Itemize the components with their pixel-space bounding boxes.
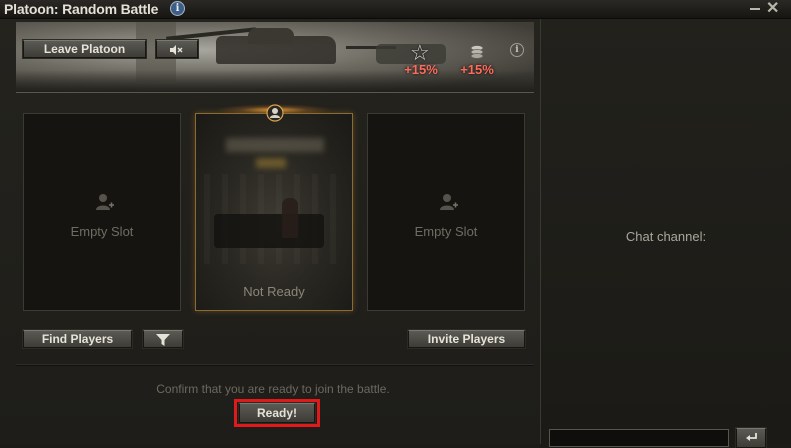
- info-icon[interactable]: i: [510, 43, 524, 57]
- slot-status: Not Ready: [243, 284, 305, 299]
- credits-bonus-value: +15%: [460, 62, 494, 77]
- player-name-blurred: [226, 138, 324, 152]
- slot-label: Empty Slot: [414, 224, 478, 239]
- send-button[interactable]: [736, 428, 766, 448]
- commander-icon: [266, 104, 284, 122]
- ready-button[interactable]: Ready!: [239, 403, 315, 423]
- banner-tank-turret: [248, 28, 294, 44]
- credits-bonus: +15%: [452, 42, 502, 82]
- leave-platoon-button[interactable]: Leave Platoon: [23, 40, 146, 58]
- credits-icon: [470, 45, 484, 59]
- platoon-slot-2[interactable]: Not Ready: [195, 113, 353, 311]
- window-title: Platoon: Random Battle: [4, 1, 159, 17]
- platoon-slot-3[interactable]: Empty Slot: [367, 113, 525, 311]
- slot-label: Empty Slot: [70, 224, 134, 239]
- add-player-icon: [440, 194, 458, 210]
- find-players-button[interactable]: Find Players: [23, 330, 132, 348]
- enter-icon: [746, 433, 757, 441]
- confirm-message: Confirm that you are ready to join the b…: [156, 382, 390, 396]
- platoon-slot-1[interactable]: Empty Slot: [23, 113, 181, 311]
- player-badge-blurred: [256, 158, 286, 168]
- crew-silhouette: [282, 198, 298, 238]
- chat-channel-label: Chat channel:: [625, 229, 707, 244]
- title-bar: Platoon: Random Battle i ✕: [0, 0, 791, 19]
- minimize-icon[interactable]: [748, 0, 762, 12]
- chat-panel: Chat channel:: [541, 19, 791, 448]
- star-icon: ☆: [410, 40, 430, 65]
- divider: [16, 364, 534, 365]
- filter-icon: [156, 334, 170, 346]
- xp-bonus: ☆ +15%: [396, 42, 446, 82]
- mute-button[interactable]: [156, 40, 198, 58]
- speaker-muted-icon: [170, 45, 183, 55]
- tank-silhouette: [214, 214, 324, 248]
- chat-input[interactable]: [549, 429, 729, 447]
- filter-button[interactable]: [143, 330, 183, 348]
- add-player-icon: [96, 194, 114, 210]
- xp-bonus-value: +15%: [404, 62, 438, 77]
- close-icon[interactable]: ✕: [766, 0, 779, 18]
- info-icon[interactable]: i: [170, 1, 185, 16]
- invite-players-button[interactable]: Invite Players: [408, 330, 525, 348]
